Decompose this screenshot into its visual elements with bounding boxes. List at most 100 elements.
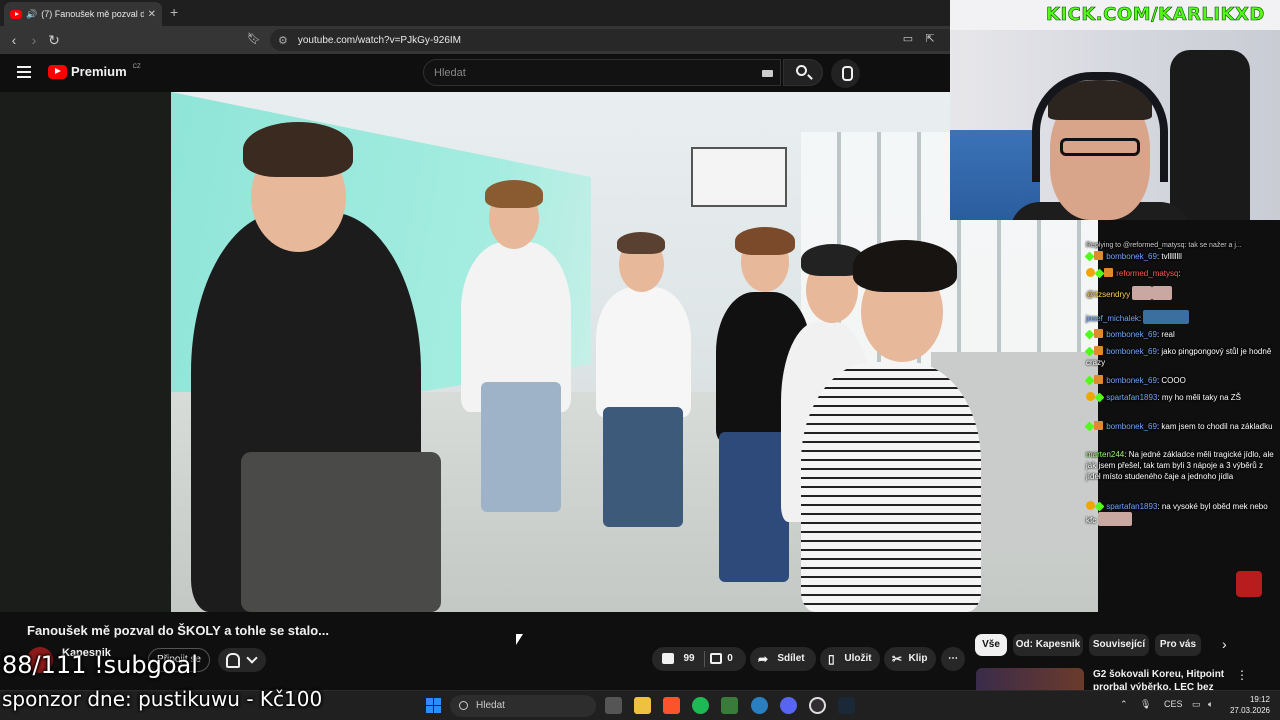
more-icon: ⋯: [948, 653, 958, 664]
chip-related[interactable]: Související: [1089, 634, 1149, 656]
chat-message: josef_michalek:: [1086, 310, 1276, 324]
video-person-kid-2-legs: [603, 407, 683, 527]
webcam-gaming-chair: [1170, 50, 1250, 220]
kick-channel-url: KICK.COM/KARLIKXD: [1046, 4, 1265, 26]
bookmark-icon[interactable]: 🔖︎: [244, 32, 264, 45]
webcam-headset: [1032, 72, 1168, 182]
like-count[interactable]: 99: [678, 647, 700, 671]
sub-badge-icon: [1094, 346, 1103, 355]
file-explorer-icon[interactable]: [634, 697, 651, 714]
new-tab-button[interactable]: +: [170, 4, 178, 20]
like-icon[interactable]: [662, 653, 674, 664]
more-actions-button[interactable]: ⋯: [941, 647, 965, 671]
share-page-icon[interactable]: ⇱: [920, 32, 940, 45]
save-label: Uložit: [844, 653, 872, 664]
recommended-video-thumbnail[interactable]: [976, 668, 1084, 690]
address-bar[interactable]: ⚙︎ youtube.com/watch?v=PJkGy-926IM: [270, 29, 976, 51]
chat-message: marten244: Na jedné základce měli tragic…: [1086, 450, 1274, 481]
verified-badge-icon: [1084, 251, 1095, 262]
chat-emote-icon: [1152, 286, 1173, 300]
video-person-kid-2-hair: [617, 232, 665, 254]
chat-message: spartafan1893: na vysoké byl oběd mek ne…: [1086, 501, 1268, 526]
region-code: CZ: [132, 64, 141, 70]
recommended-more-icon[interactable]: ⋮: [1236, 668, 1248, 682]
search-button[interactable]: [783, 59, 823, 86]
chip-from-channel[interactable]: Od: Kapesnik: [1013, 634, 1083, 656]
network-icon[interactable]: ▭: [1192, 699, 1201, 710]
chat-username: josef_michalek: [1086, 314, 1139, 323]
windows-start-icon[interactable]: [426, 698, 441, 713]
brave-browser-icon[interactable]: [663, 697, 680, 714]
language-indicator[interactable]: CES: [1164, 699, 1183, 709]
cast-icon[interactable]: ▭: [898, 32, 918, 45]
steam-icon[interactable]: [838, 697, 855, 714]
verified-badge-icon: [1094, 392, 1105, 403]
chip-next-icon[interactable]: ›: [1222, 636, 1227, 652]
streamer-webcam: [950, 30, 1280, 220]
like-divider: [704, 651, 705, 667]
browser-tab-bar: 🔊 (7) Fanoušek mě pozval do ŠKOLY ✕ +: [0, 0, 950, 26]
dislike-icon[interactable]: [710, 653, 722, 664]
reload-icon[interactable]: ↻: [44, 32, 64, 49]
forward-icon[interactable]: ›: [24, 32, 44, 48]
video-person-kid-3-legs: [719, 432, 789, 582]
chip-all[interactable]: Vše: [975, 634, 1007, 656]
video-scene-board: [691, 147, 787, 207]
site-info-icon[interactable]: ⚙︎: [278, 34, 288, 47]
back-icon[interactable]: ‹: [4, 32, 24, 48]
verified-badge-icon: [1084, 329, 1095, 340]
stream-chat: Replying to @reformed_matysq: tak se naž…: [1082, 220, 1280, 538]
chat-username: reformed_matysq: [1116, 269, 1179, 278]
chat-username: bombonek_69: [1106, 376, 1157, 385]
microphone-icon[interactable]: 🎙︎: [1140, 699, 1151, 710]
share-button[interactable]: ➦ Sdílet: [750, 647, 816, 671]
video-person-kid-5: [801, 362, 981, 612]
chat-message: reformed_matysq:: [1086, 268, 1276, 279]
voice-search-button[interactable]: [831, 59, 860, 88]
subscription-bell-button[interactable]: [218, 648, 266, 672]
menu-icon[interactable]: [17, 66, 31, 78]
task-view-icon[interactable]: [605, 697, 622, 714]
like-dislike-group: 99 0: [652, 647, 746, 671]
volume-icon[interactable]: 🔈︎: [1208, 699, 1213, 710]
subgoal-overlay: 88/111 !subgoal: [2, 651, 198, 679]
recommended-video-title[interactable]: G2 šokovali Koreu, Hitpoint prorbal výbě…: [1093, 668, 1233, 690]
taskbar-clock[interactable]: 19:12 27.03.2026: [1226, 694, 1270, 716]
chat-message: @itzsendryy: [1086, 286, 1276, 300]
verified-badge-icon: [1094, 501, 1105, 512]
chat-message: Replying to @reformed_matysq: tak se naž…: [1084, 240, 1276, 262]
chat-username: bombonek_69: [1106, 422, 1157, 431]
dislike-count[interactable]: 0: [724, 647, 736, 671]
sub-badge-icon: [1094, 375, 1103, 384]
chat-message: spartafan1893: my ho měli taky na ZŠ: [1086, 392, 1276, 403]
chip-for-you[interactable]: Pro vás: [1155, 634, 1201, 656]
speaker-icon: 🔊: [26, 8, 38, 19]
search-input[interactable]: Hledat: [423, 59, 781, 86]
browser-toolbar: ‹ › ↻ 🔖︎ ⚙︎ youtube.com/watch?v=PJkGy-92…: [0, 26, 976, 54]
chat-username: bombonek_69: [1106, 347, 1157, 356]
youtube-header: Premium CZ Hledat: [0, 54, 950, 92]
clip-button[interactable]: ✂ Klip: [884, 647, 936, 671]
video-person-host-legs: [241, 452, 441, 612]
clock-date: 27.03.2026: [1229, 706, 1270, 715]
close-tab-icon[interactable]: ✕: [148, 9, 156, 20]
chat-message: bombonek_69: jako pingpongový stůl je ho…: [1084, 346, 1272, 367]
taskbar-search[interactable]: Hledat: [450, 695, 596, 717]
spotify-icon[interactable]: [692, 697, 709, 714]
video-person-host-hair: [243, 122, 353, 177]
obs-icon[interactable]: [809, 697, 826, 714]
alert-widget-icon: [1236, 571, 1262, 597]
video-person-kid-1-legs: [481, 382, 561, 512]
chat-username: bombonek_69: [1106, 330, 1157, 339]
browser-tab[interactable]: 🔊 (7) Fanoušek mě pozval do ŠKOLY ✕: [4, 2, 162, 26]
sub-badge-icon: [1094, 421, 1103, 430]
save-button[interactable]: ▯ Uložit: [820, 647, 880, 671]
discord-icon[interactable]: [780, 697, 797, 714]
notepad-icon[interactable]: [721, 697, 738, 714]
share-icon: ➦: [758, 652, 769, 666]
youtube-logo[interactable]: Premium CZ: [48, 64, 141, 79]
tray-overflow-icon[interactable]: ⌃: [1120, 699, 1128, 710]
tab-title: (7) Fanoušek mě pozval do ŠKOLY: [41, 9, 144, 19]
ccleaner-icon[interactable]: [751, 697, 768, 714]
keyboard-icon[interactable]: [762, 70, 773, 77]
